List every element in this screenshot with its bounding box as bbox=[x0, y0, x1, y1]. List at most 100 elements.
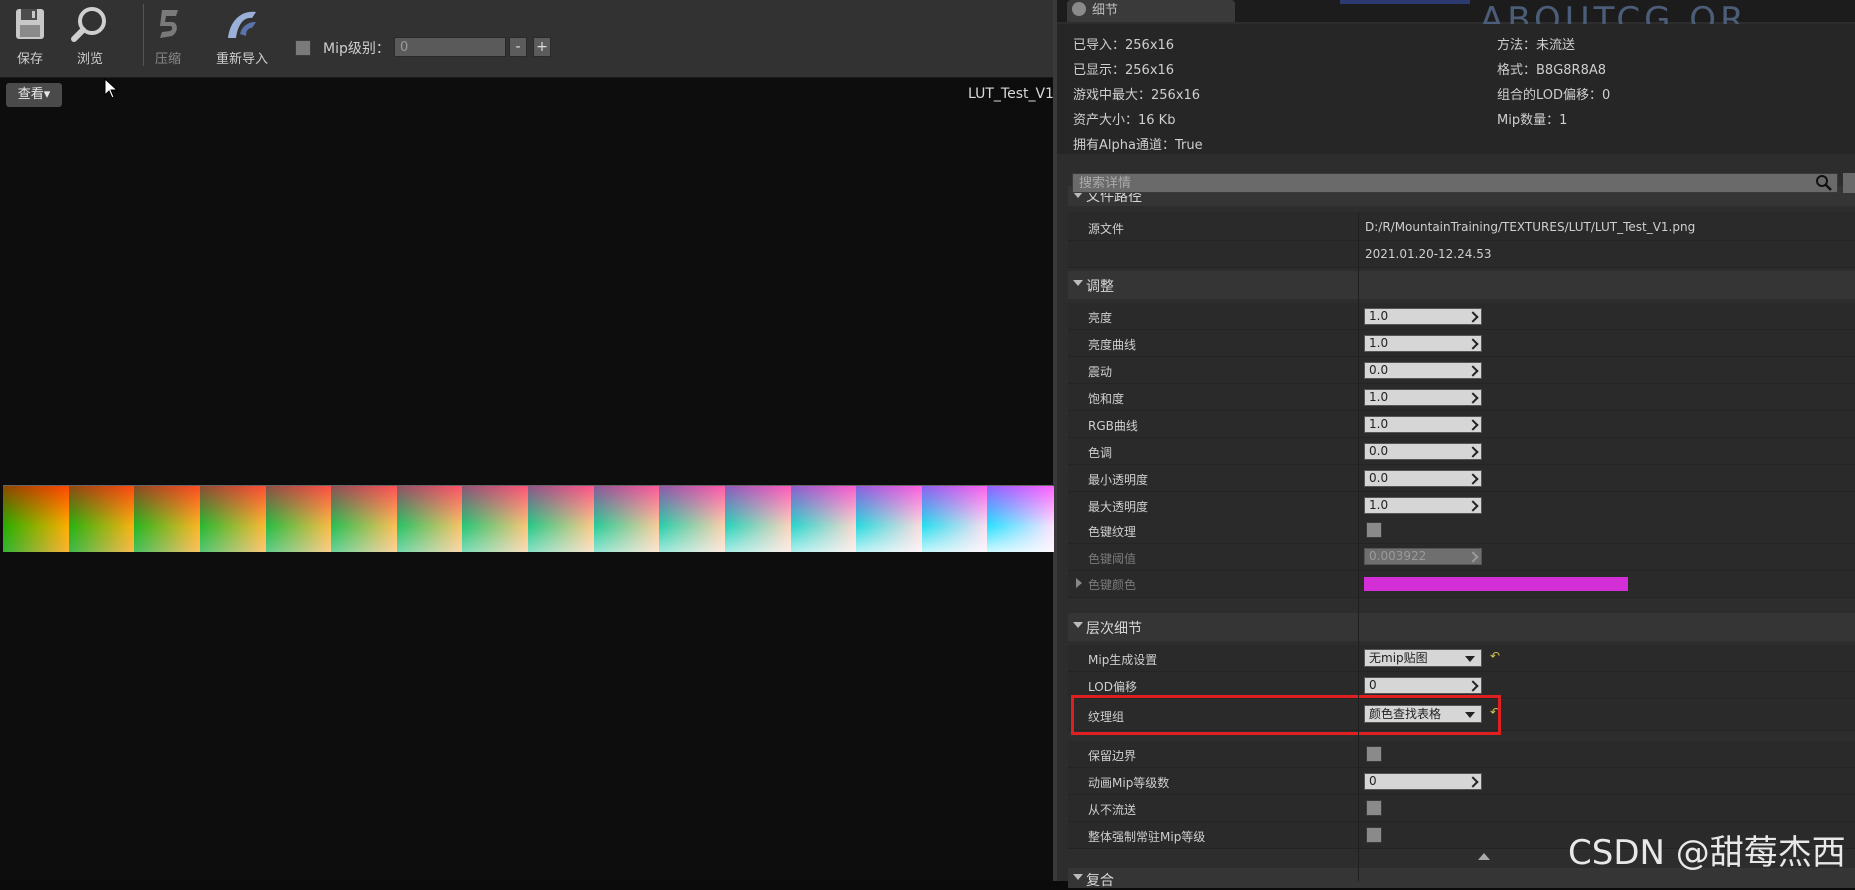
info-has-alpha: 拥有Alpha通道：True bbox=[1073, 138, 1203, 153]
lut-slice bbox=[265, 486, 332, 552]
row-never-stream bbox=[1068, 795, 1855, 822]
never-stream-checkbox[interactable] bbox=[1366, 800, 1382, 816]
info-mip-count: Mip数量：1 bbox=[1497, 113, 1568, 128]
adjust-input[interactable]: 0.0 bbox=[1364, 362, 1482, 379]
adjust-input[interactable]: 1.0 bbox=[1364, 308, 1482, 325]
preserve-border-checkbox[interactable] bbox=[1366, 746, 1382, 762]
adjust-input[interactable]: 0.0 bbox=[1364, 443, 1482, 460]
source-file-time: 2021.01.20-12.24.53 bbox=[1365, 247, 1492, 261]
source-file-label: 源文件 bbox=[1088, 222, 1125, 236]
lut-slice-overlay bbox=[593, 486, 660, 552]
search-icon[interactable] bbox=[1815, 174, 1833, 192]
chroma-key-threshold-label: 色键阈值 bbox=[1088, 552, 1137, 566]
mip-gen-dropdown[interactable]: 无mip贴图 bbox=[1364, 649, 1482, 667]
adjust-label: 最小透明度 bbox=[1088, 473, 1149, 487]
lod-bias-input[interactable]: 0 bbox=[1364, 677, 1482, 694]
cinematic-mip-input[interactable]: 0 bbox=[1364, 773, 1482, 790]
lut-slice bbox=[331, 486, 398, 552]
info-displayed: 已显示：256x16 bbox=[1073, 63, 1175, 78]
lut-slice-overlay bbox=[856, 486, 923, 552]
reimport-label: 重新导入 bbox=[215, 52, 268, 67]
info-method: 方法：未流送 bbox=[1497, 38, 1576, 53]
chroma-key-threshold-input[interactable]: 0.003922 bbox=[1364, 548, 1482, 565]
lut-slice-overlay bbox=[265, 486, 332, 552]
panel-options-button[interactable] bbox=[1843, 173, 1855, 193]
category-lod[interactable]: 层次细节 bbox=[1068, 613, 1855, 641]
category-adjust[interactable]: 调整 bbox=[1068, 271, 1855, 299]
texture-viewport[interactable] bbox=[0, 78, 1053, 881]
chroma-key-texture-label: 色键纹理 bbox=[1088, 525, 1137, 539]
lut-slice bbox=[593, 486, 660, 552]
browse-button[interactable]: 浏览 bbox=[60, 0, 120, 70]
compress-button[interactable]: 压缩 bbox=[138, 0, 198, 70]
force-resident-label: 整体强制常驻Mip等级 bbox=[1088, 830, 1206, 844]
mip-gen-label: Mip生成设置 bbox=[1088, 653, 1158, 667]
tab-details[interactable]: 细节 bbox=[1067, 0, 1235, 22]
lut-slice-overlay bbox=[3, 486, 70, 552]
category-composite-label: 复合 bbox=[1086, 873, 1114, 889]
lut-slice bbox=[659, 486, 726, 552]
lut-slice bbox=[134, 486, 201, 552]
collapse-arrow-icon bbox=[1073, 622, 1083, 628]
adjust-input[interactable]: 1.0 bbox=[1364, 416, 1482, 433]
reset-icon[interactable]: ↶ bbox=[1490, 649, 1500, 663]
adjust-input[interactable]: 1.0 bbox=[1364, 335, 1482, 352]
lut-slice bbox=[396, 486, 463, 552]
collapse-arrow-icon bbox=[1073, 280, 1083, 286]
details-icon bbox=[1072, 2, 1086, 16]
mip-level-checkbox[interactable] bbox=[295, 40, 311, 56]
lut-slice-overlay bbox=[396, 486, 463, 552]
tab-details-label: 细节 bbox=[1092, 3, 1119, 18]
mip-increase-button[interactable]: + bbox=[533, 37, 551, 57]
lut-slice-overlay bbox=[199, 486, 266, 552]
info-format: 格式：B8G8R8A8 bbox=[1497, 63, 1607, 78]
adjust-input[interactable]: 0.0 bbox=[1364, 470, 1482, 487]
search-input[interactable]: 搜索详情 bbox=[1072, 173, 1838, 193]
magnifier-icon bbox=[71, 7, 106, 42]
lut-slice bbox=[790, 486, 857, 552]
browse-label: 浏览 bbox=[76, 52, 103, 67]
lut-slice-overlay bbox=[659, 486, 726, 552]
row-chroma-key-texture bbox=[1068, 517, 1855, 544]
source-file-path: D:/R/MountainTraining/TEXTURES/LUT/LUT_T… bbox=[1365, 220, 1696, 234]
watermark: CSDN @甜莓杰西 bbox=[1568, 833, 1846, 873]
mouse-cursor-icon bbox=[104, 78, 119, 99]
view-menu-button[interactable]: 查看▾ bbox=[6, 83, 62, 107]
lut-slice bbox=[462, 486, 529, 552]
adjust-label: 最大透明度 bbox=[1088, 500, 1149, 514]
adjust-label: RGB曲线 bbox=[1088, 419, 1138, 433]
lut-slice-overlay bbox=[921, 486, 988, 552]
cinematic-mip-label: 动画Mip等级数 bbox=[1088, 776, 1170, 790]
force-resident-checkbox[interactable] bbox=[1366, 827, 1382, 843]
info-resource-size: 资产大小：16 Kb bbox=[1073, 113, 1176, 128]
adjust-input[interactable]: 1.0 bbox=[1364, 497, 1482, 514]
adjust-input[interactable]: 1.0 bbox=[1364, 389, 1482, 406]
property-column-divider[interactable] bbox=[1358, 212, 1359, 881]
save-button[interactable]: 保存 bbox=[0, 0, 60, 70]
chroma-key-color-label: 色键颜色 bbox=[1088, 578, 1137, 592]
lut-slice-overlay bbox=[134, 486, 201, 552]
chroma-key-texture-checkbox[interactable] bbox=[1366, 522, 1382, 538]
info-imported: 已导入：256x16 bbox=[1073, 38, 1175, 53]
lut-slice-overlay bbox=[68, 486, 135, 552]
adjust-label: 亮度 bbox=[1088, 311, 1113, 325]
expand-arrow-icon[interactable] bbox=[1076, 578, 1082, 588]
adjust-label: 色调 bbox=[1088, 446, 1113, 460]
lut-slice-overlay bbox=[790, 486, 857, 552]
lod-bias-label: LOD偏移 bbox=[1088, 680, 1137, 694]
lut-slice-overlay bbox=[462, 486, 529, 552]
mip-level-label: Mip级别： bbox=[323, 41, 390, 57]
window-accent bbox=[1340, 0, 1470, 4]
lut-slice-overlay bbox=[528, 486, 595, 552]
mip-level-input[interactable]: 0 bbox=[394, 37, 506, 57]
mip-decrease-button[interactable]: - bbox=[509, 37, 527, 57]
category-adjust-label: 调整 bbox=[1086, 279, 1114, 295]
chroma-key-color-swatch[interactable] bbox=[1364, 577, 1628, 591]
highlight-box bbox=[1071, 695, 1501, 735]
compress-label: 压缩 bbox=[154, 52, 181, 67]
reimport-button[interactable]: 重新导入 bbox=[202, 0, 282, 70]
texture-name: LUT_Test_V1 bbox=[968, 86, 1054, 102]
category-lod-label: 层次细节 bbox=[1086, 621, 1142, 637]
advanced-collapse-icon[interactable] bbox=[1478, 853, 1490, 860]
adjust-label: 饱和度 bbox=[1088, 392, 1125, 406]
